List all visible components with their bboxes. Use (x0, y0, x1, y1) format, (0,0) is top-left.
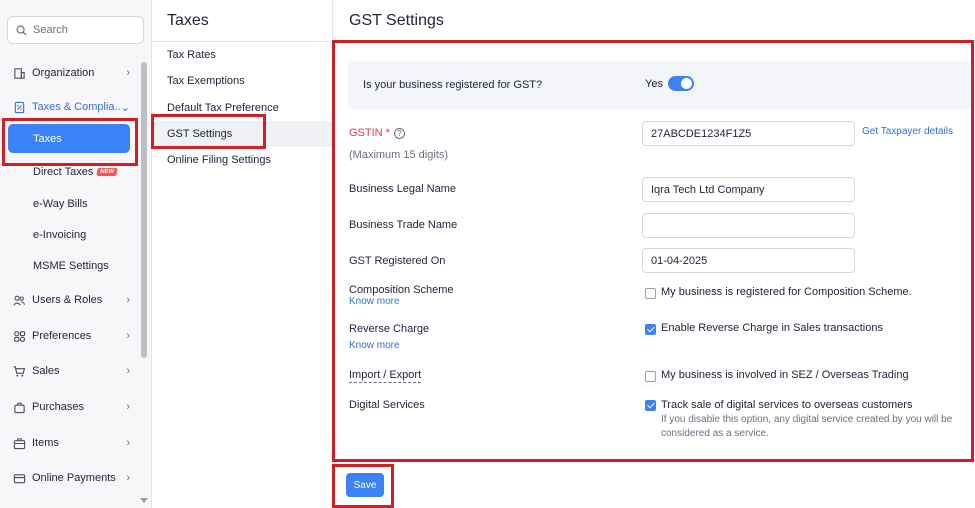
menu-item-tax-rates[interactable]: Tax Rates (167, 49, 216, 61)
sidebar-item-label: Organization (32, 67, 95, 79)
card-icon (12, 471, 26, 485)
box-icon (12, 436, 26, 450)
tax-document-icon (12, 100, 26, 114)
chevron-right-icon: › (126, 401, 130, 413)
preferences-icon (12, 329, 26, 343)
highlight-box-gst-settings (151, 114, 266, 149)
sidebar-item-preferences[interactable]: Preferences › (12, 326, 130, 346)
highlight-box-taxes (2, 118, 138, 166)
taxes-submenu: Taxes Tax Rates Tax Exemptions Default T… (152, 0, 333, 508)
chevron-right-icon: › (126, 437, 130, 449)
settings-sidebar: Organization › Taxes & Complia... ⌄ Taxe… (0, 0, 152, 508)
sidebar-scrollbar[interactable] (141, 62, 147, 358)
search-box[interactable] (7, 16, 144, 44)
menu-item-tax-exemptions[interactable]: Tax Exemptions (167, 75, 245, 87)
highlight-box-save (332, 464, 394, 508)
sidebar-item-taxes-compliance[interactable]: Taxes & Complia... ⌄ (12, 97, 130, 117)
chevron-right-icon: › (126, 67, 130, 79)
chevron-right-icon: › (126, 365, 130, 377)
search-icon (16, 25, 27, 36)
sidebar-item-sales[interactable]: Sales › (12, 361, 130, 381)
sidebar-subitem-einvoicing[interactable]: e-Invoicing (33, 229, 86, 241)
scroll-down-arrow-icon[interactable] (140, 498, 148, 503)
sidebar-item-users-roles[interactable]: Users & Roles › (12, 290, 130, 310)
search-input[interactable] (33, 24, 133, 36)
cart-icon (12, 364, 26, 378)
page-title: GST Settings (349, 12, 444, 29)
chevron-right-icon: › (126, 472, 130, 484)
sidebar-item-label: Preferences (32, 330, 92, 342)
sidebar-item-label: Taxes & Complia... (32, 101, 120, 113)
sidebar-subitem-direct-taxes[interactable]: Direct Taxes NEW (33, 166, 119, 178)
sidebar-item-label: Purchases (32, 401, 84, 413)
menu-item-online-filing-settings[interactable]: Online Filing Settings (167, 154, 271, 166)
divider (152, 41, 333, 42)
sidebar-subitem-label: Direct Taxes (33, 166, 94, 178)
sidebar-subitem-msme-settings[interactable]: MSME Settings (33, 260, 109, 272)
chevron-down-icon: ⌄ (120, 101, 130, 114)
taxes-menu-title: Taxes (167, 12, 209, 29)
sidebar-item-organization[interactable]: Organization › (12, 63, 130, 83)
sidebar-subitem-eway-bills[interactable]: e-Way Bills (33, 198, 88, 210)
users-icon (12, 293, 26, 307)
sidebar-item-label: Sales (32, 365, 60, 377)
sidebar-item-items[interactable]: Items › (12, 433, 130, 453)
sidebar-item-label: Online Payments (32, 472, 116, 484)
chevron-right-icon: › (126, 294, 130, 306)
bag-icon (12, 400, 26, 414)
sidebar-item-purchases[interactable]: Purchases › (12, 397, 130, 417)
new-badge: NEW (96, 168, 119, 177)
building-icon (12, 66, 26, 80)
sidebar-item-online-payments[interactable]: Online Payments › (12, 468, 130, 488)
menu-item-default-tax-preference[interactable]: Default Tax Preference (167, 102, 279, 114)
chevron-right-icon: › (126, 330, 130, 342)
sidebar-item-label: Items (32, 437, 59, 449)
sidebar-item-label: Users & Roles (32, 294, 103, 306)
highlight-box-gst-form (332, 40, 974, 462)
